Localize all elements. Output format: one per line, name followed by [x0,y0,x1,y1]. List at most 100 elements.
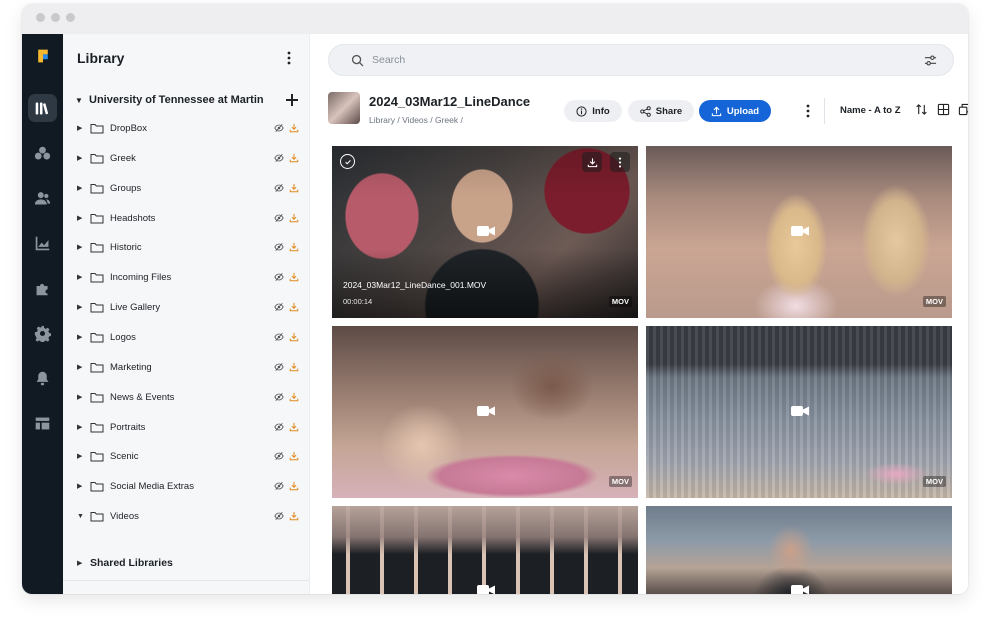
caret-right-icon[interactable]: ▶ [77,214,90,222]
folder-row[interactable]: ▶ Live Gallery [77,297,302,317]
visibility-icon[interactable] [274,242,284,252]
select-checkbox[interactable] [340,154,355,169]
visibility-icon[interactable] [274,272,284,282]
download-icon[interactable] [289,481,299,491]
download-icon[interactable] [289,183,299,193]
asset-card[interactable]: MOV [646,146,952,318]
add-folder-icon[interactable] [284,92,300,108]
download-icon[interactable] [289,272,299,282]
folder-row[interactable]: ▶ Greek [77,148,302,168]
folder-row[interactable]: ▶ News & Events [77,387,302,407]
breadcrumb[interactable]: Library / Videos / Greek / [369,115,463,125]
folder-row[interactable]: ▶ Portraits [77,417,302,437]
download-icon[interactable] [289,213,299,223]
download-icon[interactable] [289,153,299,163]
download-icon[interactable] [289,332,299,342]
collections-icon[interactable] [28,139,57,167]
visibility-icon[interactable] [274,153,284,163]
search-input[interactable]: Search [372,54,924,66]
download-icon[interactable] [289,242,299,252]
sort-dropdown[interactable]: Name - A to Z [840,105,901,116]
visibility-icon[interactable] [274,213,284,223]
app-logo[interactable] [28,42,57,70]
caret-right-icon[interactable]: ▶ [77,154,90,162]
grid-view-icon[interactable] [936,102,951,117]
multi-select-icon[interactable] [957,102,968,117]
folder-row[interactable]: ▶ Groups [77,178,302,198]
info-button[interactable]: Info [564,100,622,122]
settings-icon[interactable] [28,319,57,347]
visibility-icon[interactable] [274,481,284,491]
asset-card[interactable]: MOV [332,326,638,498]
sort-direction-icon[interactable] [914,102,929,117]
caret-right-icon[interactable]: ▶ [77,363,90,371]
upload-button[interactable]: Upload [699,100,771,122]
download-icon[interactable] [289,422,299,432]
org-tree-root[interactable]: ▼ University of Tennessee at Martin [75,90,300,110]
visibility-icon[interactable] [274,362,284,372]
folder-row[interactable]: ▶ Incoming Files [77,267,302,287]
folder-row[interactable]: ▶ Scenic [77,446,302,466]
caret-down-icon[interactable]: ▼ [77,513,90,520]
window-minimize-dot[interactable] [51,13,60,22]
analytics-icon[interactable] [28,229,57,257]
visibility-icon[interactable] [274,332,284,342]
window-close-dot[interactable] [36,13,45,22]
download-icon[interactable] [289,451,299,461]
caret-down-icon[interactable]: ▼ [75,96,89,105]
shared-libraries-row[interactable]: ▶ Shared Libraries [77,554,302,572]
folder-row[interactable]: ▶ Historic [77,237,302,257]
search-bar[interactable]: Search [328,44,954,76]
caret-right-icon[interactable]: ▶ [77,452,90,460]
download-icon[interactable] [289,123,299,133]
download-icon[interactable] [289,362,299,372]
library-icon[interactable] [28,94,57,122]
asset-card[interactable]: 2024_03Mar12_LineDance_001.MOV 00:00:14 … [332,146,638,318]
asset-card[interactable] [646,506,952,594]
caret-right-icon[interactable]: ▶ [77,393,90,401]
upload-label: Upload [726,105,760,117]
download-button[interactable] [582,152,602,172]
folder-icon [90,183,104,193]
visibility-icon[interactable] [274,183,284,193]
caret-right-icon[interactable]: ▶ [77,333,90,341]
integrations-icon[interactable] [28,274,57,302]
folder-row[interactable]: ▶ Headshots [77,208,302,228]
more-options-icon[interactable] [803,102,813,120]
download-icon[interactable] [289,511,299,521]
caret-right-icon[interactable]: ▶ [77,243,90,251]
card-more-button[interactable] [610,152,630,172]
caret-right-icon[interactable]: ▶ [77,303,90,311]
caret-right-icon[interactable]: ▶ [77,124,90,132]
notifications-icon[interactable] [28,364,57,392]
visibility-icon[interactable] [274,392,284,402]
caret-right-icon[interactable]: ▶ [77,482,90,490]
visibility-icon[interactable] [274,422,284,432]
caret-right-icon[interactable]: ▶ [77,559,90,567]
visibility-icon[interactable] [274,451,284,461]
asset-card[interactable] [332,506,638,594]
folder-icon [90,481,104,491]
caret-right-icon[interactable]: ▶ [77,273,90,281]
asset-card[interactable]: MOV [646,326,952,498]
visibility-icon[interactable] [274,302,284,312]
window-maximize-dot[interactable] [66,13,75,22]
caret-right-icon[interactable]: ▶ [77,423,90,431]
visibility-icon[interactable] [274,511,284,521]
folder-label: Live Gallery [110,301,161,313]
layout-icon[interactable] [28,409,57,437]
folder-row[interactable]: ▶ DropBox [77,118,302,138]
folder-row[interactable]: ▼ Videos [77,506,302,526]
share-button[interactable]: Share [628,100,694,122]
folder-label: Historic [110,241,142,253]
folder-row[interactable]: ▶ Social Media Extras [77,476,302,496]
visibility-icon[interactable] [274,123,284,133]
folder-row[interactable]: ▶ Logos [77,327,302,347]
download-icon[interactable] [289,392,299,402]
sidebar-more-icon[interactable] [282,48,296,68]
download-icon[interactable] [289,302,299,312]
caret-right-icon[interactable]: ▶ [77,184,90,192]
filter-sliders-icon[interactable] [924,54,937,67]
users-icon[interactable] [28,184,57,212]
folder-row[interactable]: ▶ Marketing [77,357,302,377]
